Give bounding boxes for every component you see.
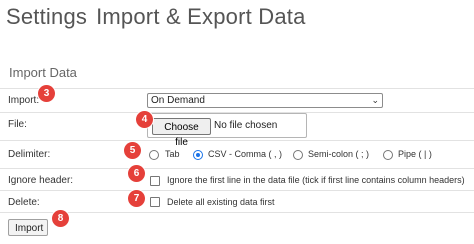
file-status-text: No file chosen <box>214 120 278 131</box>
delimiter-option-tab-label: Tab <box>165 149 180 159</box>
delimiter-label: Delimiter: <box>8 149 51 160</box>
delimiter-radio-csv[interactable] <box>193 150 203 160</box>
step-badge-5: 5 <box>124 142 141 159</box>
page-title-settings: Settings <box>6 4 88 29</box>
delimiter-option-csv-label: CSV - Comma ( , ) <box>208 149 283 159</box>
delimiter-radio-semicolon[interactable] <box>293 150 303 160</box>
import-button[interactable]: Import <box>8 219 48 236</box>
delimiter-option-pipe-label: Pipe ( | ) <box>398 149 432 159</box>
delete-existing-checkbox[interactable] <box>150 197 160 207</box>
delete-existing-option-label: Delete all existing data first <box>167 197 275 207</box>
chevron-down-icon: ⌄ <box>371 95 379 105</box>
step-badge-7: 7 <box>128 190 145 207</box>
delimiter-option-semicolon-label: Semi-colon ( ; ) <box>308 149 370 159</box>
ignore-header-label: Ignore header: <box>8 175 74 186</box>
import-mode-select[interactable]: On Demand ⌄ <box>147 93 383 108</box>
delete-label: Delete: <box>8 197 40 208</box>
file-label: File: <box>8 119 27 130</box>
step-badge-4: 4 <box>136 111 153 128</box>
delimiter-radio-pipe[interactable] <box>383 150 393 160</box>
page-title: Settings Import & Export Data <box>6 4 306 30</box>
settings-page: Settings Import & Export Data Import Data… <box>0 0 474 244</box>
step-badge-8: 8 <box>52 210 69 227</box>
ignore-header-option-label: Ignore the first line in the data file (… <box>167 175 465 185</box>
import-label: Import: <box>8 95 40 106</box>
delimiter-radio-tab[interactable] <box>149 150 159 160</box>
section-title-import-data: Import Data <box>9 65 77 80</box>
page-title-import-export: Import & Export Data <box>96 4 306 29</box>
ignore-header-checkbox[interactable] <box>150 176 160 186</box>
import-mode-selected: On Demand <box>151 95 205 106</box>
step-badge-3: 3 <box>38 85 55 102</box>
choose-file-button[interactable]: Choose file <box>152 118 211 148</box>
step-badge-6: 6 <box>128 165 145 182</box>
